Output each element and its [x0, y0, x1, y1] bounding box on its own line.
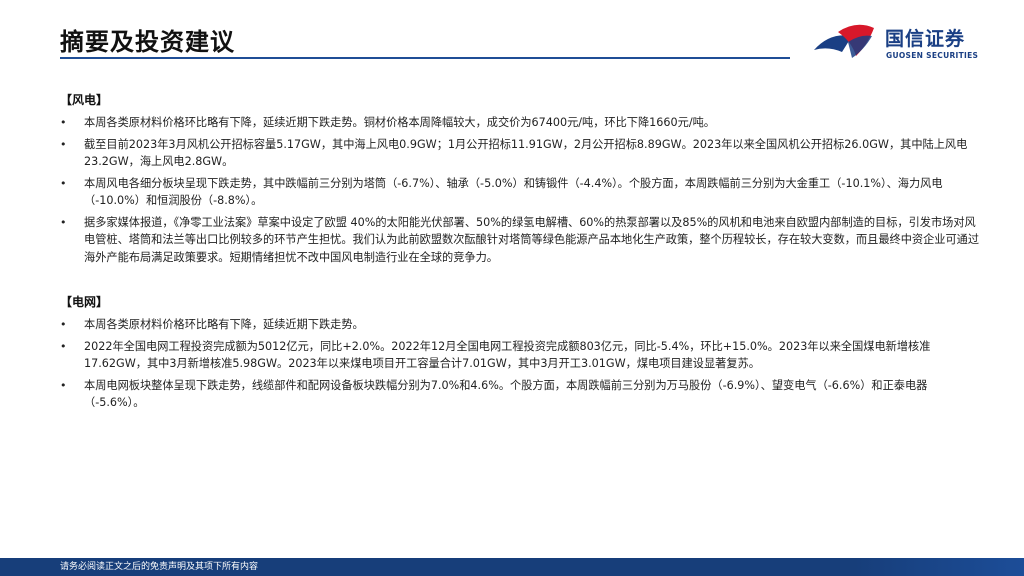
- logo-text-cn: 国信证券: [885, 28, 966, 50]
- grid-bullet-list: • 本周各类原材料价格环比略有下降，延续近期下跌走势。 • 2022年全国电网工程投…: [60, 316, 980, 412]
- logo-text-en: GUOSEN SECURITIES: [886, 51, 979, 60]
- list-item: • 本周电网板块整体呈现下跌走势，线缆部件和配网设备板块跌幅分别为7.0%和4.6…: [60, 377, 980, 412]
- bullet-icon: •: [60, 318, 67, 331]
- list-item-text: 截至目前2023年3月风机公开招标容量5.17GW，其中海上风电0.9GW；1月…: [84, 137, 968, 169]
- bullet-icon: •: [60, 137, 67, 151]
- footer-accent: [854, 558, 1024, 576]
- disclaimer-text: 请务必阅读正文之后的免责声明及其项下所有内容: [60, 562, 259, 572]
- summary-content: 【风电】 • 本周各类原材料价格环比略有下降，延续近期下跌走势。铜材价格本周降幅较…: [60, 90, 980, 412]
- list-item: • 据多家媒体报道，《净零工业法案》草案中设定了欧盟 40%的太阳能光伏部署、50…: [60, 214, 980, 267]
- logo-mark-icon: [814, 24, 874, 58]
- list-item-text: 2022年全国电网工程投资完成额为5012亿元，同比+2.0%。2022年12月…: [84, 339, 931, 371]
- title-underline: [60, 57, 790, 59]
- list-item-text: 本周风电各细分板块呈现下跌走势，其中跌幅前三分别为塔筒（-6.7%）、轴承（-5…: [84, 176, 943, 208]
- bullet-icon: •: [60, 339, 67, 353]
- list-item: • 2022年全国电网工程投资完成额为5012亿元，同比+2.0%。2022年12…: [60, 338, 980, 373]
- bullet-icon: •: [60, 215, 67, 229]
- section-heading-grid: 【电网】: [60, 295, 109, 309]
- company-logo: 国信证券 GUOSEN SECURITIES: [812, 22, 1012, 62]
- footer-bar: 请务必阅读正文之后的免责声明及其项下所有内容: [0, 558, 1024, 576]
- list-item-text: 本周各类原材料价格环比略有下降，延续近期下跌走势。: [84, 318, 364, 331]
- list-item: • 本周各类原材料价格环比略有下降，延续近期下跌走势。: [60, 316, 980, 334]
- bullet-icon: •: [60, 378, 67, 392]
- list-item: • 本周风电各细分板块呈现下跌走势，其中跌幅前三分别为塔筒（-6.7%）、轴承（-…: [60, 175, 980, 210]
- list-item: • 截至目前2023年3月风机公开招标容量5.17GW，其中海上风电0.9GW；1…: [60, 136, 980, 171]
- list-item-text: 本周电网板块整体呈现下跌走势，线缆部件和配网设备板块跌幅分别为7.0%和4.6%…: [84, 378, 928, 410]
- bullet-icon: •: [60, 116, 67, 129]
- bullet-icon: •: [60, 176, 67, 190]
- list-item-text: 据多家媒体报道，《净零工业法案》草案中设定了欧盟 40%的太阳能光伏部署、50%…: [84, 215, 980, 264]
- wind-bullet-list: • 本周各类原材料价格环比略有下降，延续近期下跌走势。铜材价格本周降幅较大，成交价…: [60, 114, 980, 266]
- list-item-text: 本周各类原材料价格环比略有下降，延续近期下跌走势。铜材价格本周降幅较大，成交价为…: [84, 116, 715, 129]
- page-title: 摘要及投资建议: [60, 28, 235, 56]
- list-item: • 本周各类原材料价格环比略有下降，延续近期下跌走势。铜材价格本周降幅较大，成交价…: [60, 114, 980, 132]
- section-heading-wind: 【风电】: [60, 93, 109, 107]
